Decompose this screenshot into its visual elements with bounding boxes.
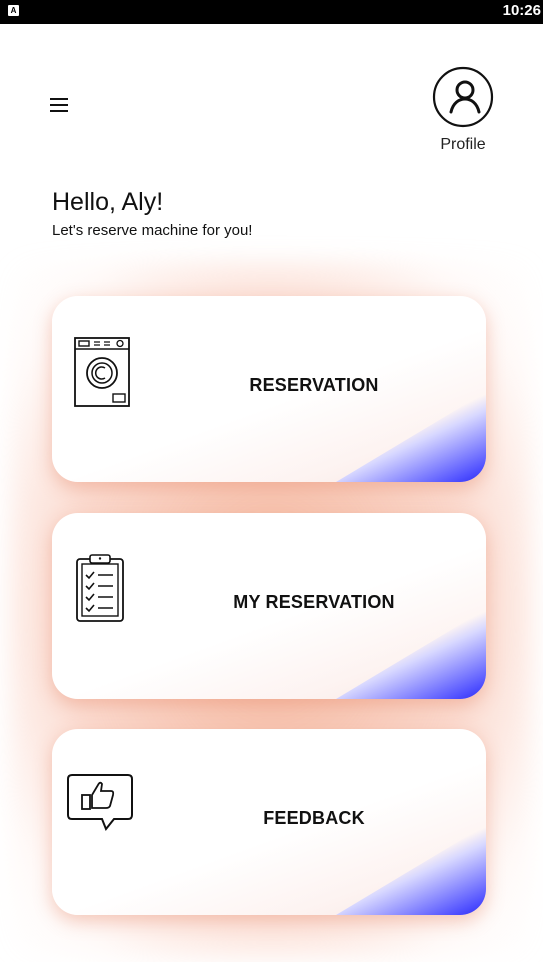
reservation-label: RESERVATION [249, 375, 379, 395]
profile-button[interactable]: Profile [428, 66, 494, 156]
my-reservation-label: MY RESERVATION [233, 592, 395, 612]
profile-label: Profile [440, 136, 486, 153]
clipboard-checklist-icon [76, 554, 124, 622]
status-time: 10:26 [502, 2, 541, 19]
reservation-card[interactable]: RESERVATION [52, 296, 486, 482]
my-reservation-card[interactable]: MY RESERVATION [52, 513, 486, 699]
thumbs-up-feedback-icon [67, 774, 133, 831]
greeting-title: Hello, Aly! [52, 188, 164, 216]
user-circle-icon [432, 66, 494, 128]
hamburger-menu-icon[interactable] [50, 97, 70, 113]
washing-machine-icon [74, 337, 130, 407]
card-accent [336, 825, 486, 915]
card-accent [336, 392, 486, 482]
feedback-label: FEEDBACK [263, 808, 365, 828]
feedback-card[interactable]: FEEDBACK [52, 729, 486, 915]
status-app-icon: A [8, 5, 19, 16]
card-accent [336, 609, 486, 699]
greeting-subtitle: Let's reserve machine for you! [52, 222, 253, 239]
status-bar: A 10:26 [0, 0, 543, 24]
